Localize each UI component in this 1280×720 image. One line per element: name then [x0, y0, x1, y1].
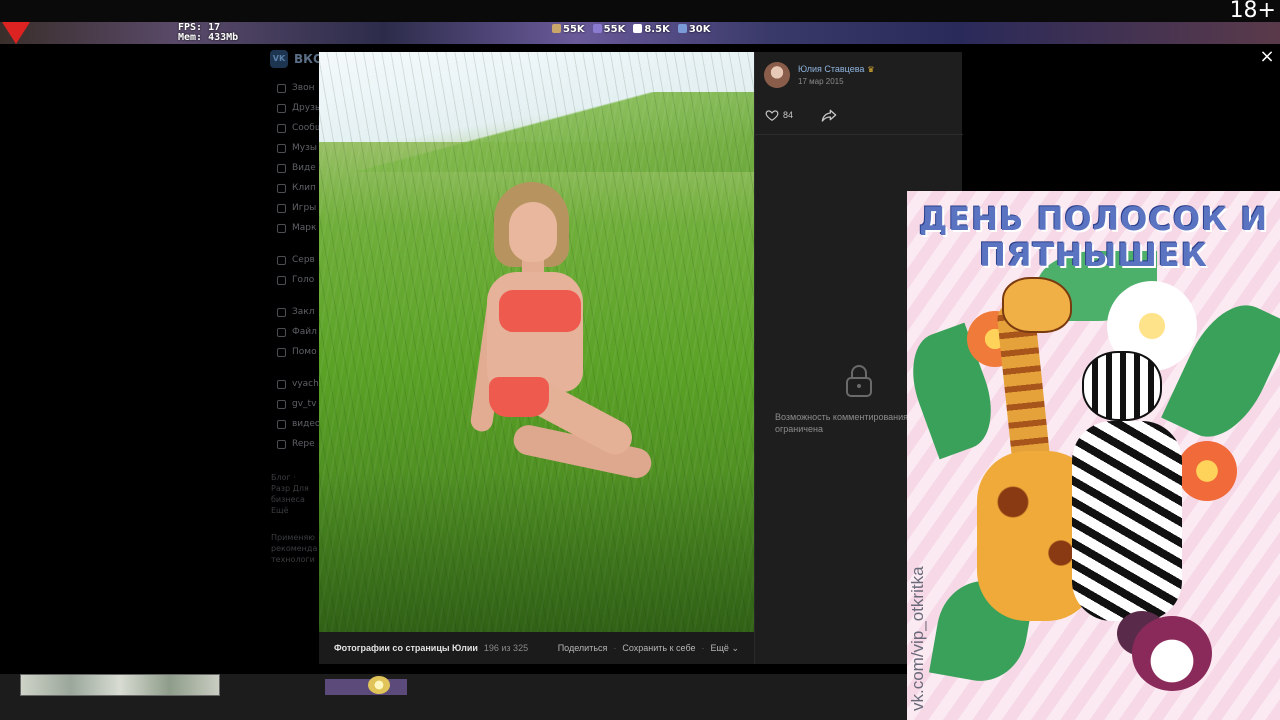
vk-logo-icon: VK [270, 50, 288, 68]
sidebar-item[interactable]: Сообщ [277, 118, 323, 138]
group-icon [277, 379, 286, 389]
greeting-card-image: ДЕНЬ ПОЛОСОК И ПЯТНЫШЕК vk.com/vip_otkri… [907, 191, 1280, 720]
red-triangle-icon [2, 22, 30, 44]
footer-note: Применяю рекоменда технологи [271, 533, 318, 564]
resource-stats: 55K 55K 8.5K 30K [552, 24, 710, 35]
author-name[interactable]: Юлия Ставцева [798, 64, 864, 74]
screen: FPS: 17 Mem: 433Mb 55K 55K 8.5K 30K 18+ … [0, 0, 1280, 720]
photo-caption-bar: Фотографии со страницы Юлии 196 из 325 П… [319, 632, 754, 664]
minimap[interactable] [20, 674, 220, 696]
sidebar-item[interactable]: Марк [277, 218, 323, 238]
reactions-row: 84 [765, 108, 837, 122]
sidebar-item[interactable]: Серв [277, 250, 323, 270]
chevron-down-icon: ⌄ [731, 643, 739, 653]
group-icon [277, 439, 286, 449]
sidebar-item[interactable]: Repe [277, 434, 323, 454]
unit-panel[interactable] [325, 679, 407, 695]
share-icon[interactable] [821, 108, 837, 122]
sidebar-item[interactable]: Музы [277, 138, 323, 158]
vk-header: VK ВКО [270, 50, 323, 68]
communities-icon [277, 123, 286, 133]
video-icon [277, 163, 286, 173]
sidebar-item[interactable]: Помо [277, 342, 323, 362]
resource-stat: 55K [592, 24, 625, 35]
sidebar-item[interactable]: Звон [277, 78, 323, 98]
close-icon[interactable]: × [1258, 48, 1276, 66]
author-block: Юлия Ставцева ♛ 17 мар 2015 [764, 62, 875, 88]
top-black-bar [0, 0, 1280, 22]
sidebar-item[interactable]: Клип [277, 178, 323, 198]
sidebar-item[interactable]: Друзь [277, 98, 323, 118]
sidebar-item[interactable]: Закл [277, 302, 323, 322]
sidebar-item[interactable]: Файл [277, 322, 323, 342]
services-icon [277, 255, 286, 265]
heart-icon[interactable] [765, 108, 779, 122]
likes-count: 84 [783, 110, 794, 120]
game-badge [2, 22, 68, 44]
music-icon [277, 143, 286, 153]
vk-sidebar: Звон Друзь Сообщ Музы Виде Клип Игры Мар… [277, 78, 323, 454]
clips-icon [277, 183, 286, 193]
group-icon [277, 399, 286, 409]
resource-icon [552, 24, 561, 33]
sidebar-item[interactable]: видео [277, 414, 323, 434]
help-icon [277, 347, 286, 357]
sidebar-item[interactable]: Виде [277, 158, 323, 178]
post-date[interactable]: 17 мар 2015 [798, 76, 875, 87]
resource-icon [633, 24, 643, 33]
card-title: ДЕНЬ ПОЛОСОК И ПЯТНЫШЕК [918, 200, 1269, 274]
sidebar-item[interactable]: vyach [277, 374, 323, 394]
more-menu[interactable]: Ещё ⌄ [711, 632, 739, 664]
mem-text: Mem: 433Mb [178, 32, 239, 43]
album-link[interactable]: Фотографии со страницы Юлии [334, 632, 478, 664]
resource-stat: 55K [552, 24, 585, 35]
resource-icon [592, 24, 602, 33]
sidebar-item[interactable]: Голо [277, 270, 323, 290]
resource-stat: 30K [677, 24, 710, 35]
group-icon [277, 419, 286, 429]
games-icon [277, 203, 286, 213]
sidebar-footer: Блог · Разр Для бизнеса Ещё Применяю рек… [271, 472, 317, 565]
sidebar-item[interactable]: Игры [277, 198, 323, 218]
votes-icon [277, 275, 286, 285]
gold-coin-icon [368, 676, 390, 694]
crown-icon: ♛ [867, 65, 875, 74]
lock-icon [846, 365, 872, 397]
files-icon [277, 327, 286, 337]
age-rating-label: 18+ [1229, 0, 1276, 23]
phone-icon [277, 83, 286, 93]
save-link[interactable]: Сохранить к себе [622, 632, 695, 664]
friends-icon [277, 103, 286, 113]
resource-stat: 8.5K [633, 24, 670, 35]
market-icon [277, 223, 286, 233]
sidebar-item[interactable]: gv_tv [277, 394, 323, 414]
share-link[interactable]: Поделиться [558, 632, 608, 664]
fps-readout: FPS: 17 Mem: 433Mb [178, 23, 238, 43]
bookmark-icon [277, 307, 286, 317]
photo-viewer: Фотографии со страницы Юлии 196 из 325 П… [319, 52, 963, 664]
resource-icon [677, 24, 687, 33]
card-watermark: vk.com/vip_otkritka [908, 566, 927, 711]
avatar[interactable] [764, 62, 790, 88]
photo-counter: 196 из 325 [483, 643, 529, 653]
footer-links[interactable]: Блог · Разр Для бизнеса Ещё [271, 472, 317, 516]
photo-image[interactable] [319, 52, 754, 632]
